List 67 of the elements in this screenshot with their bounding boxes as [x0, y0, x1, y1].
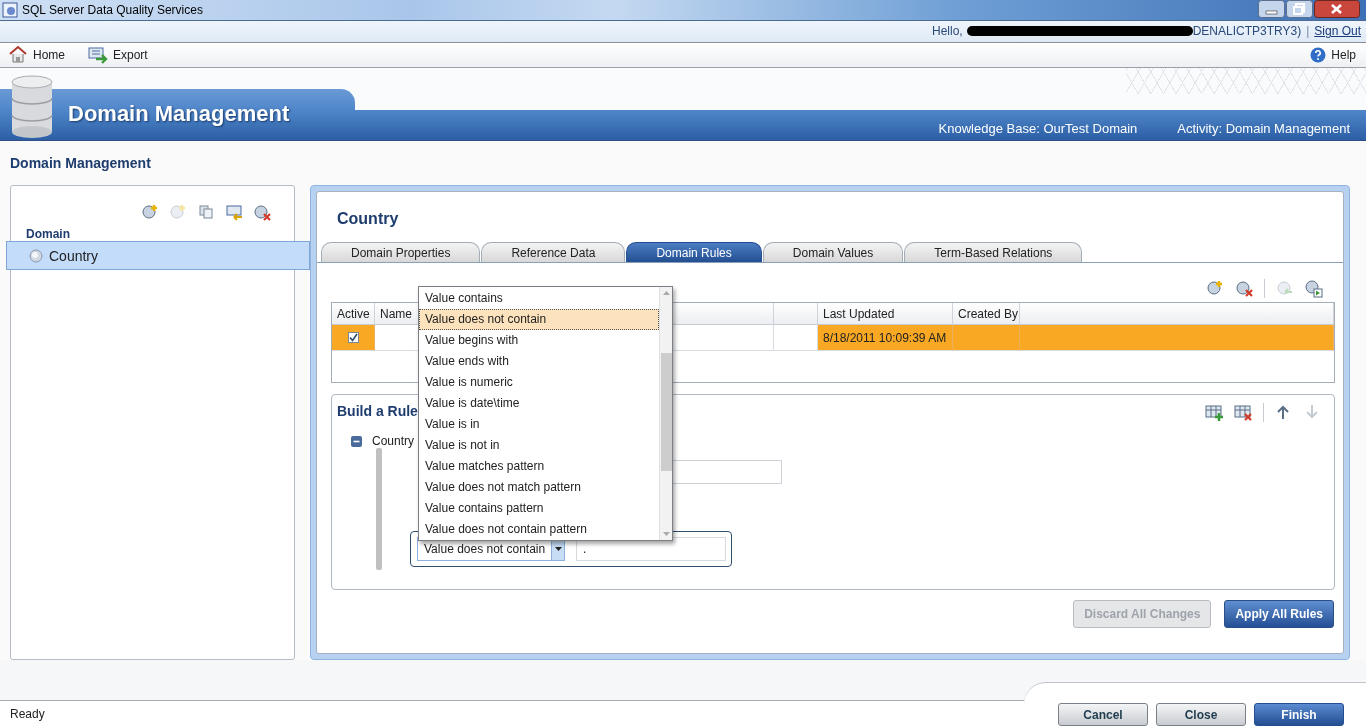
greeting-text: Hello, [932, 24, 963, 39]
window-title: SQL Server Data Quality Services [22, 2, 203, 17]
knowledge-base-label: Knowledge Base: OurTest Domain [938, 121, 1138, 137]
scrollbar-thumb[interactable] [660, 353, 672, 472]
help-button[interactable]: Help [1310, 46, 1356, 63]
dropdown-option[interactable]: Value matches pattern [419, 456, 659, 478]
apply-button[interactable]: Apply All Rules [1224, 600, 1334, 629]
table-cell [953, 325, 1020, 352]
dropdown-option[interactable]: Value ends with [419, 351, 659, 373]
restore-icon[interactable] [1286, 0, 1313, 18]
sign-out-link[interactable]: Sign Out [1314, 24, 1361, 39]
column-header: Created By [953, 303, 1020, 326]
column-header: Last Updated [818, 303, 953, 326]
list-arrow-icon[interactable] [225, 203, 244, 223]
tree-node-label: Country [372, 434, 415, 449]
checkbox[interactable] [347, 332, 359, 344]
globe-delete-icon[interactable] [1235, 279, 1254, 299]
help-icon [1310, 46, 1327, 63]
footer-button[interactable]: Finish [1254, 703, 1344, 727]
domain-title: Country [336, 209, 400, 230]
scroll-down-icon[interactable] [662, 532, 670, 537]
domain-heading: Domain [25, 226, 71, 242]
separator-text: | [1306, 24, 1310, 39]
close-icon[interactable] [1314, 0, 1360, 18]
dropdown-option[interactable]: Value is in [419, 414, 659, 436]
domain-list-item[interactable]: Country [6, 241, 310, 271]
tab[interactable]: Domain Rules [626, 242, 762, 263]
bullet-icon [29, 249, 43, 263]
globe-delete-icon[interactable] [253, 203, 272, 223]
status-bar: Ready [0, 700, 1024, 728]
page-heading: Domain Management [0, 140, 1366, 186]
minimize-icon[interactable] [1258, 0, 1285, 18]
dropdown-option[interactable]: Value does not match pattern [419, 477, 659, 499]
table-plus-icon[interactable] [1205, 403, 1224, 423]
table-cell [774, 325, 818, 352]
table-delete-icon[interactable] [1234, 403, 1253, 423]
dropdown-option[interactable]: Value contains pattern [419, 498, 659, 520]
database-icon [9, 73, 55, 138]
dropdown-option[interactable]: Value begins with [419, 330, 659, 352]
dropdown-value: Value does not contain [423, 541, 547, 559]
banner-title: Domain Management [68, 100, 290, 127]
tab[interactable]: Term-Based Relations [904, 242, 1083, 263]
column-header [774, 303, 818, 326]
caret-down-icon[interactable] [554, 547, 562, 552]
scrollbar[interactable] [659, 287, 672, 541]
activity-label: Activity: Domain Management [1177, 121, 1350, 137]
account-text: DENALICTP3TRY3) [1192, 24, 1302, 39]
tab[interactable]: Reference Data [481, 242, 626, 263]
scroll-up-icon[interactable] [662, 291, 670, 296]
input-field[interactable] [670, 460, 782, 485]
app-icon[interactable] [2, 1, 18, 18]
footer-button[interactable]: Cancel [1058, 703, 1148, 727]
home-button[interactable]: Home [8, 45, 65, 65]
footer-button[interactable]: Close [1156, 703, 1246, 727]
dropdown-option[interactable]: Value is numeric [419, 372, 659, 394]
dropdown-option[interactable]: Value does not contain [419, 309, 659, 331]
table-cell: 8/18/2011 10:09:39 AM [818, 325, 953, 352]
export-icon [88, 45, 108, 65]
dropdown-option[interactable]: Value is not in [419, 435, 659, 457]
globe-play-icon[interactable] [1304, 279, 1323, 299]
house-icon [8, 45, 28, 65]
column-header: Active [332, 303, 375, 326]
export-button[interactable]: Export [88, 45, 148, 65]
dropdown-option[interactable]: Value is date\time [419, 393, 659, 415]
collapse-icon[interactable] [351, 436, 362, 447]
tab[interactable]: Domain Properties [321, 242, 481, 263]
tab[interactable]: Domain Values [762, 242, 904, 263]
